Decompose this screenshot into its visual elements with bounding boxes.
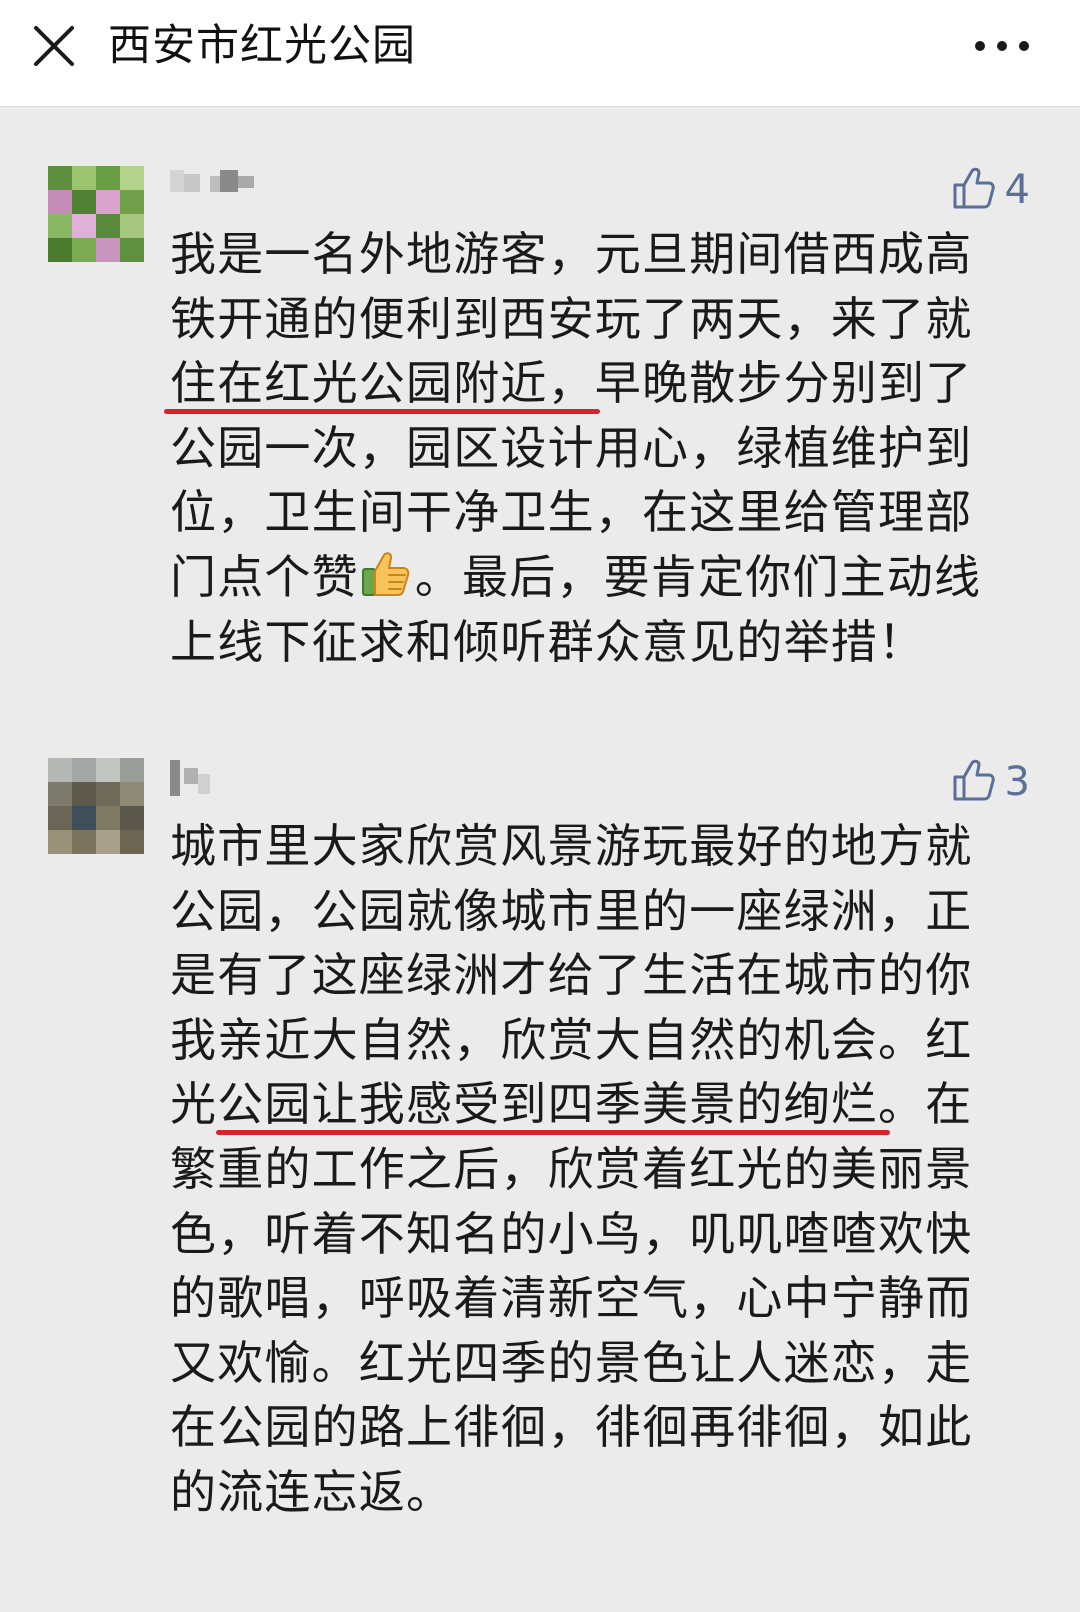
comment-text: 城市里大家欣赏风景游玩最好的地方就 公园，公园就像城市里的一座绿洲，正 是有了这…	[170, 819, 973, 1519]
comment-text: 我是一名外地游客，元旦期间借西成高 铁开通的便利到西安玩了两天，来了就 住在红光…	[170, 222, 1032, 674]
avatar[interactable]	[48, 758, 144, 854]
like-count: 4	[1004, 167, 1030, 213]
top-bar: 西安市红光公园	[0, 0, 1080, 107]
comment-text-part: 我是一名外地游客，元旦期间借西成高 铁开通的便利到西安玩了两天，来了就 住在红光…	[170, 227, 973, 604]
page-title: 西安市红光公园	[108, 21, 416, 71]
highlight-underline	[216, 1130, 890, 1135]
thumbs-up-emoji	[359, 547, 415, 597]
highlight-underline	[164, 409, 600, 414]
nickname-blurred	[170, 760, 230, 796]
like-count: 3	[1004, 759, 1030, 805]
more-icon[interactable]	[972, 28, 1032, 64]
like-button[interactable]: 4	[951, 164, 1030, 216]
thumbs-up-outline-icon	[951, 757, 997, 807]
like-button[interactable]: 3	[951, 756, 1030, 808]
close-icon[interactable]	[30, 22, 78, 70]
thumbs-up-outline-icon	[951, 165, 997, 215]
avatar[interactable]	[48, 166, 144, 262]
nickname-blurred	[170, 168, 260, 202]
